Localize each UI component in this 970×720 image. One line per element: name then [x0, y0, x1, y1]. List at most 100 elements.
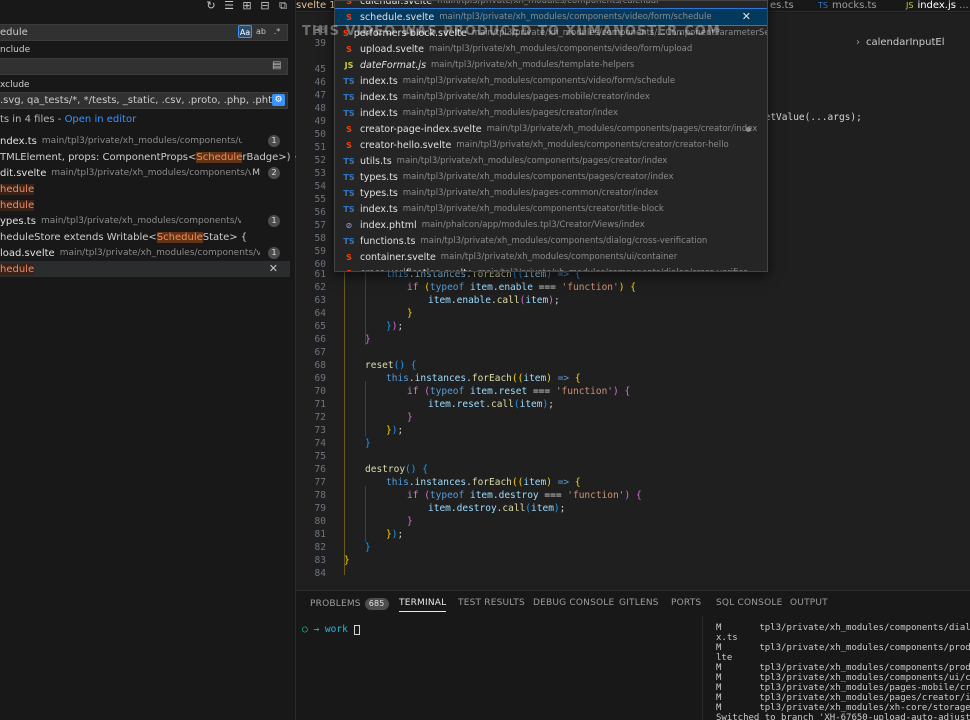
line-number: 48 — [314, 103, 326, 114]
quick-open-item[interactable]: TS index.ts main/tpl3/private/xh_modules/p… — [335, 89, 767, 105]
quick-open-item-path: main/tpl3/private/xh_modules/components/… — [402, 172, 674, 182]
quick-open-item-path: main/tpl3/private/xh_modules/components/… — [486, 124, 758, 134]
view-as-tree-icon[interactable]: ⧉ — [277, 0, 289, 11]
code-line-76: destroy() { — [365, 464, 428, 475]
svelte-file-icon: S — [343, 269, 355, 272]
result-file[interactable]: load.svelte main/tpl3/private/xh_modules… — [0, 245, 290, 261]
quick-open-list[interactable]: Scalendar.svelte main/tpl3/private/xh_mod… — [334, 0, 768, 272]
result-count-badge: 2 — [268, 167, 280, 179]
collapse-all-icon[interactable]: ⊟ — [259, 0, 271, 11]
panel-tab-sql-console[interactable]: SQL CONSOLE — [716, 598, 782, 608]
search-input-value: edule — [0, 27, 28, 38]
quick-open-item[interactable]: Screator-hello.svelte main/tpl3/private/x… — [335, 137, 767, 153]
match-case-toggle[interactable]: Aa — [238, 25, 252, 38]
dismiss-result-icon[interactable]: ✕ — [269, 262, 278, 275]
code-line-63: item.enable.call(item); — [428, 295, 560, 306]
close-icon[interactable]: ✕ — [742, 10, 751, 23]
panel-tab-output[interactable]: OUTPUT — [790, 598, 828, 608]
line-number: 69 — [314, 373, 326, 384]
open-editors-only-icon[interactable]: ▤ — [272, 60, 281, 71]
quick-open-item[interactable]: Scross-verification.svelte main/tpl3/priv… — [335, 265, 767, 272]
line-number: 51 — [314, 142, 326, 153]
result-file[interactable]: ypes.ts main/tpl3/private/xh_modules/com… — [0, 213, 290, 229]
breadcrumb[interactable]: › calendarInputEl — [856, 37, 944, 48]
quick-open-item-path: main/tpl3/private/xh_modules/components/… — [402, 204, 664, 214]
line-number: 83 — [314, 555, 326, 566]
quick-open-item[interactable]: Screator-page-index.svelte main/tpl3/priv… — [335, 121, 767, 137]
quick-open-item[interactable]: TS types.ts main/tpl3/private/xh_modules/c… — [335, 169, 767, 185]
result-match[interactable]: hedule ✕ — [0, 261, 290, 277]
quick-open-item-name: types.ts — [360, 171, 398, 183]
ts-file-icon: TS — [818, 1, 828, 10]
tab-svelte[interactable]: svelte 1, — [296, 0, 339, 12]
refresh-icon[interactable]: ↻ — [205, 0, 217, 11]
result-file-path: main/tpl3/private/xh_modules/components/… — [51, 168, 252, 178]
result-file[interactable]: dit.svelte main/tpl3/private/xh_modules/… — [0, 165, 290, 181]
quick-open-item-path: main/phalcon/app/modules.tpl3/Creator/Vi… — [421, 220, 645, 230]
quick-open-item-path: main/tpl3/private/xh_modules/components/… — [456, 140, 729, 150]
line-number: 46 — [314, 77, 326, 88]
line-number: 81 — [314, 529, 326, 540]
line-number: 50 — [314, 129, 326, 140]
quick-open-item[interactable]: Scalendar.svelte main/tpl3/private/xh_mod… — [335, 1, 767, 9]
panel-tab-gitlens[interactable]: GITLENS — [619, 598, 659, 608]
quick-open-item[interactable]: Sschedule.svelte main/tpl3/private/xh_mod… — [335, 8, 767, 26]
quick-open-item-name: creator-hello.svelte — [360, 139, 452, 151]
terminal-output[interactable]: M tpl3/private/xh_modules/components/dia… — [702, 616, 970, 720]
line-number: 53 — [314, 168, 326, 179]
line-number: 64 — [314, 308, 326, 319]
quick-open-item[interactable]: JS dateFormat.js main/tpl3/private/xh_modu… — [335, 57, 767, 73]
quick-open-item-name: upload.svelte — [360, 43, 424, 55]
quick-open-item-path: main/tpl3/private/xh_modules/pages-commo… — [402, 188, 659, 198]
quick-open-item-path: main/tpl3/private/xh_modules/pages-mobil… — [402, 92, 650, 102]
panel-tab-problems[interactable]: PROBLEMS 685 — [310, 598, 389, 610]
quick-open-item[interactable]: Supload.svelte main/tpl3/private/xh_modul… — [335, 41, 767, 57]
prompt-dir: work — [324, 624, 348, 635]
problems-count-badge: 685 — [364, 598, 389, 610]
quick-open-item-name: index.ts — [360, 107, 398, 119]
panel-tab-label: DEBUG CONSOLE — [533, 598, 615, 608]
tab-es-ts[interactable]: es.ts — [766, 0, 794, 12]
panel-tab-debug-console[interactable]: DEBUG CONSOLE — [533, 598, 614, 608]
terminal-output-line: x.ts — [716, 633, 738, 643]
whole-word-toggle[interactable]: ab — [254, 25, 268, 38]
tab-index-js[interactable]: JS index.js ... — [906, 0, 969, 12]
clear-results-icon[interactable]: ☰ — [223, 0, 235, 11]
files-to-exclude-label: xclude — [0, 80, 30, 90]
quick-open-item[interactable]: TS types.ts main/tpl3/private/xh_modules/p… — [335, 185, 767, 201]
result-match[interactable]: hedule — [0, 197, 290, 213]
files-to-exclude-input[interactable]: .svg, qa_tests/*, */tests, _static, .csv… — [0, 92, 288, 109]
panel-tab-ports[interactable]: PORTS — [671, 598, 701, 608]
result-file[interactable]: ndex.ts main/tpl3/private/xh_modules/com… — [0, 133, 290, 149]
terminal-output-line: M tpl3/private/xh_modules/components/pro… — [716, 663, 970, 673]
quick-open-item[interactable]: TS index.ts main/tpl3/private/xh_modules/c… — [335, 73, 767, 89]
result-match[interactable]: hedule — [0, 181, 290, 197]
match-text-pre: TMLElement, props: ComponentProps< — [0, 151, 197, 163]
quick-open-item[interactable]: ⊘ index.phtml main/phalcon/app/modules.tpl… — [335, 217, 767, 233]
quick-open-item[interactable]: TS utils.ts main/tpl3/private/xh_modules/c… — [335, 153, 767, 169]
terminal-prompt[interactable]: ○ → work — [302, 624, 360, 635]
files-to-include-input[interactable] — [0, 58, 288, 75]
code-line-74: } — [365, 438, 371, 449]
tab-mocks-ts[interactable]: TS mocks.ts — [818, 0, 877, 12]
use-exclude-settings-icon[interactable]: ⚙ — [272, 94, 285, 106]
result-match[interactable]: TMLElement, props: ComponentProps< Schedu… — [0, 149, 300, 165]
code-line-70: if (typeof item.reset === 'function') { — [407, 386, 631, 397]
quick-open-item[interactable]: TS index.ts main/tpl3/private/xh_modules/c… — [335, 201, 767, 217]
line-number: 70 — [314, 386, 326, 397]
ts-file-icon: TS — [343, 236, 355, 246]
new-search-editor-icon[interactable]: ⊞ — [241, 0, 253, 11]
panel-tab-test-results[interactable]: TEST RESULTS — [458, 598, 525, 608]
line-number: 63 — [314, 295, 326, 306]
code-line-78: if (typeof item.destroy === 'function') … — [407, 490, 642, 501]
panel-tab-terminal[interactable]: TERMINAL — [399, 598, 447, 612]
quick-open-item[interactable]: Scontainer.svelte main/tpl3/private/xh_mo… — [335, 249, 767, 265]
result-match[interactable]: heduleStore extends Writable< Schedule Sta… — [0, 229, 290, 245]
regex-toggle[interactable]: .* — [270, 25, 284, 38]
php-file-icon: ⊘ — [345, 220, 353, 230]
quick-open-item-path: main/tpl3/private/xh_modules/components/… — [429, 44, 693, 54]
quick-open-item[interactable]: TS index.ts main/tpl3/private/xh_modules/p… — [335, 105, 767, 121]
js-file-icon: JS — [344, 60, 354, 70]
open-in-editor-link[interactable]: Open in editor — [65, 114, 137, 125]
quick-open-item[interactable]: TS functions.ts main/tpl3/private/xh_modul… — [335, 233, 767, 249]
